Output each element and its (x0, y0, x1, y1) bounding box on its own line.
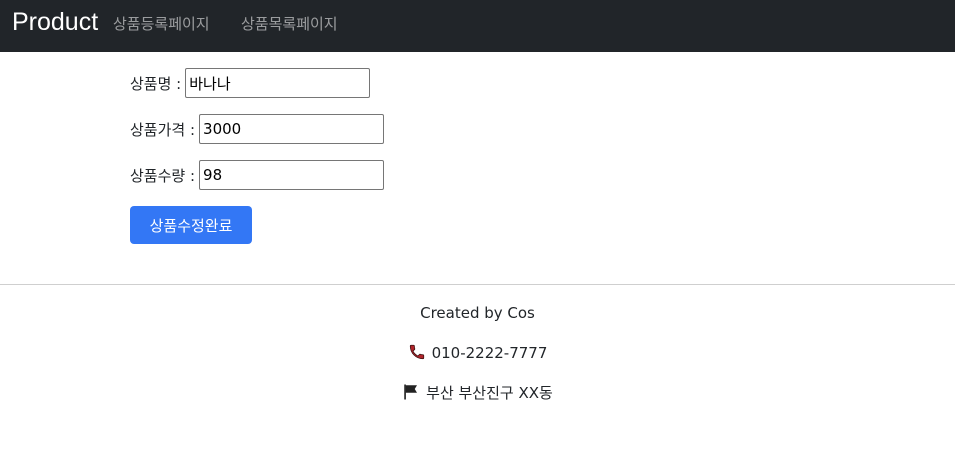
product-name-row: 상품명 : (130, 68, 371, 98)
nav-link-product-list[interactable]: 상품목록페이지 (241, 14, 338, 34)
navbar: Product 상품등록페이지 상품목록페이지 (0, 0, 955, 52)
product-price-row: 상품가격 : (130, 114, 385, 144)
product-quantity-input[interactable] (199, 160, 385, 190)
flag-icon (402, 383, 420, 406)
brand-link[interactable]: Product (12, 6, 98, 38)
product-price-input[interactable] (199, 114, 385, 144)
footer-phone: 010-2222-7777 (0, 343, 955, 366)
submit-edit-button[interactable]: 상품수정완료 (130, 206, 252, 244)
footer-phone-text: 010-2222-7777 (431, 344, 548, 362)
product-name-label: 상품명 : (130, 74, 182, 93)
product-name-input[interactable] (185, 68, 371, 98)
footer-address: 부산 부산진구 XX동 (0, 383, 955, 406)
footer-created-by: Created by Cos (420, 304, 535, 322)
product-price-label: 상품가격 : (130, 120, 196, 139)
footer-divider (0, 284, 955, 285)
product-quantity-row: 상품수량 : (130, 160, 385, 190)
nav-link-product-register[interactable]: 상품등록페이지 (113, 14, 210, 34)
phone-icon (408, 343, 426, 366)
footer-address-text: 부산 부산진구 XX동 (426, 384, 553, 402)
product-quantity-label: 상품수량 : (130, 166, 196, 185)
